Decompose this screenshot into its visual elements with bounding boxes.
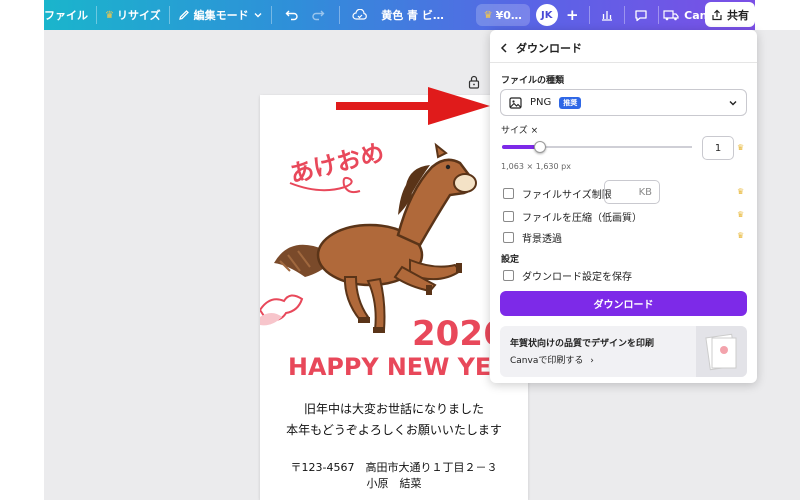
toolbar-divider — [96, 6, 97, 24]
toolbar-divider — [338, 6, 340, 24]
add-collaborator-button[interactable]: + — [560, 4, 586, 26]
compress-label: ファイルを圧縮（低画質） — [522, 213, 642, 224]
pricing-label: ¥0… — [495, 8, 522, 22]
size-label: サイズ × — [501, 126, 539, 136]
toolbar-divider — [658, 6, 660, 24]
back-chevron-icon[interactable] — [500, 43, 508, 53]
chevron-down-icon — [729, 100, 737, 105]
document-title-label: 黄色 青 ビ… — [381, 9, 444, 22]
resize-button[interactable]: ♛ リサイズ — [105, 0, 161, 30]
crown-icon: ♛ — [483, 9, 493, 21]
annotation-arrow-shaft — [336, 102, 436, 110]
compress-option[interactable]: ファイルを圧縮（低画質） — [503, 209, 642, 224]
recommended-badge: 推奨 — [559, 96, 582, 109]
limit-file-size-checkbox[interactable] — [503, 188, 514, 199]
size-slider-thumb[interactable] — [534, 141, 546, 153]
annotation-arrow-head — [428, 87, 490, 125]
limit-file-size-option[interactable]: ファイルサイズ制限 — [503, 186, 612, 201]
promo-thumbnail — [696, 326, 747, 377]
chevron-down-icon — [254, 13, 262, 18]
crown-icon: ♛ — [737, 210, 745, 219]
compress-checkbox[interactable] — [503, 211, 514, 222]
transparent-bg-option[interactable]: 背景透過 — [503, 230, 562, 245]
pricing-button[interactable]: ♛ ¥0… — [475, 4, 530, 26]
cloud-sync-button[interactable] — [348, 4, 374, 26]
plus-icon: + — [566, 6, 579, 24]
promo-title: 年賀状向けの品質でデザインを印刷 — [510, 339, 655, 349]
undo-button[interactable] — [280, 4, 306, 26]
save-settings-label: ダウンロード設定を保存 — [522, 272, 632, 283]
crown-icon: ♛ — [737, 187, 745, 196]
crown-icon: ♛ — [737, 231, 745, 240]
divider — [490, 62, 757, 63]
crown-icon: ♛ — [737, 143, 745, 152]
file-type-select[interactable]: PNG 推奨 — [500, 89, 747, 116]
download-button[interactable]: ダウンロード — [500, 291, 747, 316]
save-settings-option[interactable]: ダウンロード設定を保存 — [503, 268, 632, 283]
crown-icon: ♛ — [104, 9, 114, 21]
download-panel: ダウンロード ファイルの種類 PNG 推奨 サイズ × 1 ♛ 1,063 × … — [490, 30, 757, 383]
toolbar-divider — [589, 6, 591, 24]
file-menu-label: ファイル — [44, 9, 88, 22]
undo-icon — [285, 10, 298, 21]
share-label: 共有 — [727, 8, 749, 22]
edit-mode-label: 編集モード — [193, 9, 249, 22]
share-button[interactable]: 共有 — [705, 2, 755, 27]
toolbar-divider — [270, 6, 272, 24]
sender-name: 小原 結菜 — [366, 477, 422, 490]
promo-link-label: Canvaで印刷する — [510, 356, 584, 366]
sender-address: 〒123-4567 高田市大通り１丁目２－３ — [290, 461, 498, 474]
greeting-line-1: 旧年中は大変お世話になりました — [303, 402, 484, 416]
comments-button[interactable] — [629, 4, 655, 26]
toolbar-divider — [168, 6, 170, 24]
size-value: 1 — [714, 142, 722, 154]
image-icon — [509, 96, 522, 109]
file-type-value: PNG — [530, 97, 552, 108]
file-type-label: ファイルの種類 — [501, 76, 565, 86]
akeome-title: あけおめ — [287, 138, 387, 188]
resize-label: リサイズ — [116, 9, 161, 22]
share-icon — [712, 9, 722, 20]
promo-link[interactable]: Canvaで印刷する › — [510, 353, 594, 366]
save-settings-checkbox[interactable] — [503, 270, 514, 281]
download-button-label: ダウンロード — [593, 300, 654, 311]
download-panel-header: ダウンロード — [500, 40, 582, 56]
bar-chart-icon — [601, 11, 612, 21]
left-margin — [0, 0, 44, 500]
limit-file-size-label: ファイルサイズ制限 — [522, 190, 612, 201]
document-title[interactable]: 黄色 青 ビ… — [381, 0, 469, 30]
file-menu[interactable]: ファイル — [44, 0, 88, 30]
truck-icon — [663, 10, 679, 21]
size-slider-track[interactable] — [502, 145, 692, 149]
transparent-bg-checkbox[interactable] — [503, 232, 514, 243]
avatar-initials: JK — [540, 9, 553, 21]
comment-icon — [635, 9, 648, 21]
redo-button[interactable] — [305, 4, 331, 26]
avatar[interactable]: JK — [535, 4, 558, 26]
settings-label: 設定 — [501, 255, 520, 265]
kb-unit: KB — [638, 186, 652, 198]
greeting-line-2: 本年もどうぞよろしくお願いいたします — [286, 423, 502, 437]
size-input[interactable]: 1 — [702, 136, 734, 160]
design-page[interactable]: あけおめ 2026 HAPPY NEW YEAR 旧年中は大変お世話になりました… — [260, 95, 528, 500]
new-year-illustration: あけおめ 2026 HAPPY NEW YEAR — [260, 138, 528, 381]
insights-button[interactable] — [594, 4, 620, 26]
file-size-input[interactable]: KB — [604, 180, 660, 204]
top-toolbar: ファイル ♛ リサイズ 編集モード 黄色 青 ビ… ♛ ¥0… JK + — [44, 0, 755, 30]
pencil-icon — [178, 10, 189, 20]
redo-icon — [312, 10, 325, 21]
transparent-bg-label: 背景透過 — [522, 234, 562, 245]
chevron-right-icon: › — [590, 356, 594, 366]
download-panel-title: ダウンロード — [516, 42, 582, 55]
edit-mode-dropdown[interactable]: 編集モード — [178, 0, 263, 30]
postcard-icon — [705, 333, 737, 371]
print-promo-card[interactable]: 年賀状向けの品質でデザインを印刷 Canvaで印刷する › — [500, 326, 747, 377]
cloud-check-icon — [352, 9, 368, 20]
dimensions-text: 1,063 × 1,630 px — [501, 162, 571, 171]
toolbar-divider — [623, 6, 625, 24]
